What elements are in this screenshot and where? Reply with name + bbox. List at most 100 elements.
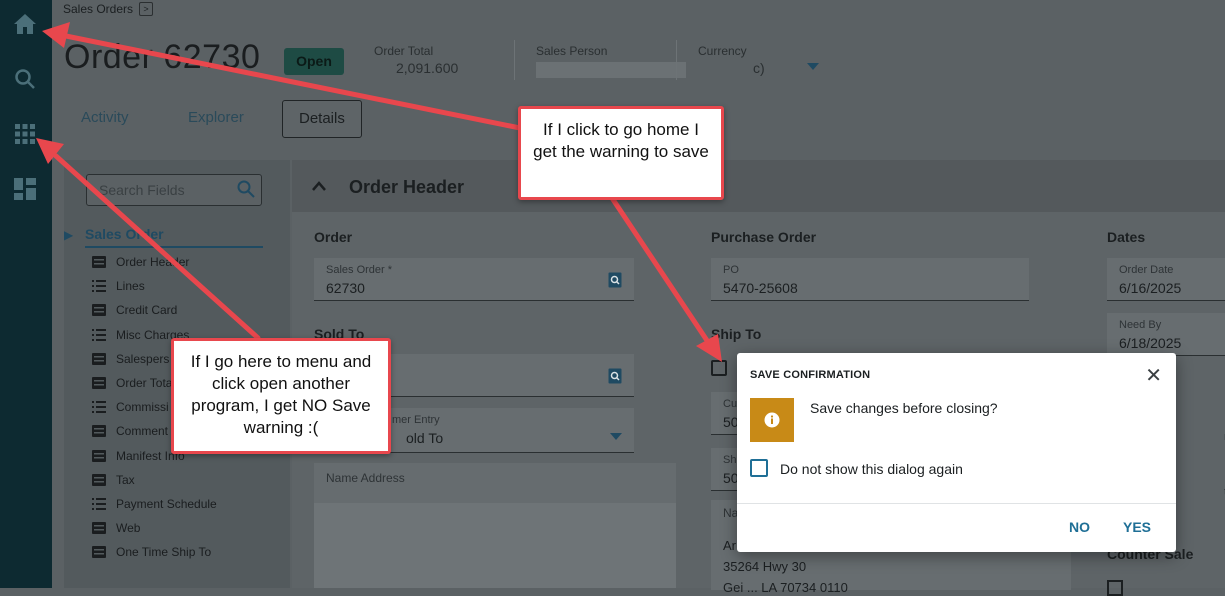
close-icon[interactable]: ✕	[1145, 363, 1162, 388]
form-card-icon	[92, 473, 106, 486]
po-field[interactable]: PO 5470-25608	[711, 258, 1029, 301]
tree-item-label: Tax	[116, 472, 135, 487]
search-fields-placeholder: Search Fields	[99, 182, 185, 198]
callout-home-note: If I click to go home I get the warning …	[518, 106, 724, 200]
tree-item[interactable]: Credit Card	[92, 302, 177, 318]
sales-person-label: Sales Person	[536, 44, 608, 58]
section-header[interactable]: Order Header	[292, 160, 1225, 212]
breadcrumb: Sales Orders >	[63, 2, 154, 16]
yes-button[interactable]: YES	[1123, 519, 1151, 535]
sales-order-label: Sales Order *	[326, 264, 393, 276]
search-fields-input[interactable]: Search Fields	[86, 174, 262, 206]
list-icon	[92, 401, 106, 414]
tree-item[interactable]: Payment Schedule	[92, 496, 217, 512]
save-confirmation-dialog: SAVE CONFIRMATION ✕ Save changes before …	[737, 353, 1176, 552]
sales-order-value[interactable]: 62730	[326, 280, 365, 296]
tree-item-label: Web	[116, 521, 141, 536]
dropdown-icon[interactable]	[610, 428, 622, 446]
currency-dropdown-icon[interactable]	[807, 58, 819, 76]
ship-addr-line1: Ar	[723, 538, 736, 553]
currency-value[interactable]: c)	[698, 60, 765, 76]
tree-item[interactable]: Salespers	[92, 351, 169, 367]
do-not-show-checkbox[interactable]	[750, 459, 768, 477]
breadcrumb-sales-orders[interactable]: Sales Orders	[63, 2, 133, 16]
tree-item[interactable]: Commissi	[92, 399, 169, 415]
dashboard-icon[interactable]	[12, 176, 38, 202]
currency-label: Currency	[698, 44, 747, 58]
tree-item[interactable]: Order Tota	[92, 375, 172, 391]
tree-item-label: Order Header	[116, 255, 190, 269]
order-date-label: Order Date	[1119, 264, 1174, 276]
no-button[interactable]: NO	[1069, 519, 1090, 535]
status-badge: Open	[284, 48, 344, 75]
ship-to-title: Ship To	[711, 326, 762, 342]
form-card-icon	[92, 449, 106, 462]
tab-details[interactable]: Details	[282, 100, 362, 138]
column-dates-title: Dates	[1107, 229, 1146, 245]
form-card-icon	[92, 304, 106, 317]
breadcrumb-chevron-icon[interactable]: >	[139, 2, 154, 16]
counter-sale-checkbox[interactable]	[1107, 580, 1123, 596]
form-card-icon	[92, 425, 106, 438]
tree-item[interactable]: Lines	[92, 278, 145, 294]
order-total: Order Total 2,091.600	[374, 44, 458, 76]
apps-grid-icon[interactable]	[12, 121, 38, 147]
section-title: Order Header	[349, 177, 465, 197]
dialog-message: Save changes before closing?	[810, 400, 998, 416]
list-icon	[92, 280, 106, 293]
tree-item[interactable]: Tax	[92, 472, 135, 488]
form-card-icon	[92, 546, 106, 559]
order-total-label: Order Total	[374, 44, 434, 58]
tab-explorer[interactable]: Explorer	[188, 100, 244, 136]
ship-to-checkbox[interactable]	[711, 360, 727, 376]
tree-root-label[interactable]: Sales Order	[85, 226, 164, 242]
order-total-value: 2,091.600	[396, 60, 459, 76]
tree-item-label: Order Tota	[116, 376, 173, 390]
divider	[676, 40, 677, 80]
search-icon[interactable]	[237, 180, 255, 203]
customer-entry-value[interactable]: old To	[406, 430, 443, 446]
tab-activity[interactable]: Activity	[81, 100, 129, 136]
currency: Currency c)	[698, 44, 765, 76]
tree-item-label: Payment Schedule	[116, 497, 217, 511]
page-title: Order 62730	[64, 38, 261, 76]
order-date-value[interactable]: 6/16/2025	[1119, 280, 1181, 296]
tree-root-underline	[85, 246, 263, 248]
callout-menu-note: If I go here to menu and click open anot…	[171, 338, 391, 454]
do-not-show-label[interactable]: Do not show this dialog again	[780, 461, 963, 477]
tree-item[interactable]: Order Header	[92, 254, 189, 270]
divider	[514, 40, 515, 80]
name-address-label: Name Address	[326, 471, 405, 485]
search-icon[interactable]	[12, 66, 38, 92]
need-by-label: Need By	[1119, 319, 1162, 331]
ship-sh-label: Sh	[723, 454, 737, 466]
ship-addr-line2: 35264 Hwy 30	[723, 559, 807, 574]
po-value[interactable]: 5470-25608	[723, 280, 798, 296]
tree-item[interactable]: Web	[92, 520, 140, 536]
tree-item-label: Lines	[116, 279, 145, 294]
home-icon[interactable]	[12, 11, 38, 37]
tree-item-label: Salespers	[116, 351, 170, 366]
tree-item[interactable]: One Time Ship To	[92, 544, 211, 560]
sales-person-value-redacted	[536, 62, 686, 78]
sales-person: Sales Person	[536, 44, 686, 78]
info-icon	[750, 398, 794, 442]
name-address-box: Name Address	[314, 463, 676, 588]
ship-cu-label: Cu	[723, 398, 738, 410]
name-address-redacted	[314, 503, 676, 588]
tree-item[interactable]: Comment	[92, 423, 168, 439]
lookup-icon[interactable]	[608, 272, 622, 293]
app-rail	[0, 0, 52, 588]
form-card-icon	[92, 256, 106, 268]
column-order-title: Order	[314, 229, 353, 245]
lookup-icon[interactable]	[608, 368, 622, 389]
order-date-field[interactable]: Order Date 6/16/2025	[1107, 258, 1225, 301]
need-by-value[interactable]: 6/18/2025	[1119, 335, 1181, 351]
tree-expand-icon[interactable]: ▶	[64, 228, 73, 242]
tree-item-label: One Time Ship To	[116, 545, 212, 560]
tree-item-label: Commissi	[116, 400, 169, 415]
dialog-title: SAVE CONFIRMATION	[750, 369, 871, 381]
sales-order-field[interactable]: Sales Order * 62730	[314, 258, 634, 301]
collapse-chevron-icon[interactable]	[312, 178, 326, 196]
need-by-field[interactable]: Need By 6/18/2025	[1107, 313, 1225, 356]
